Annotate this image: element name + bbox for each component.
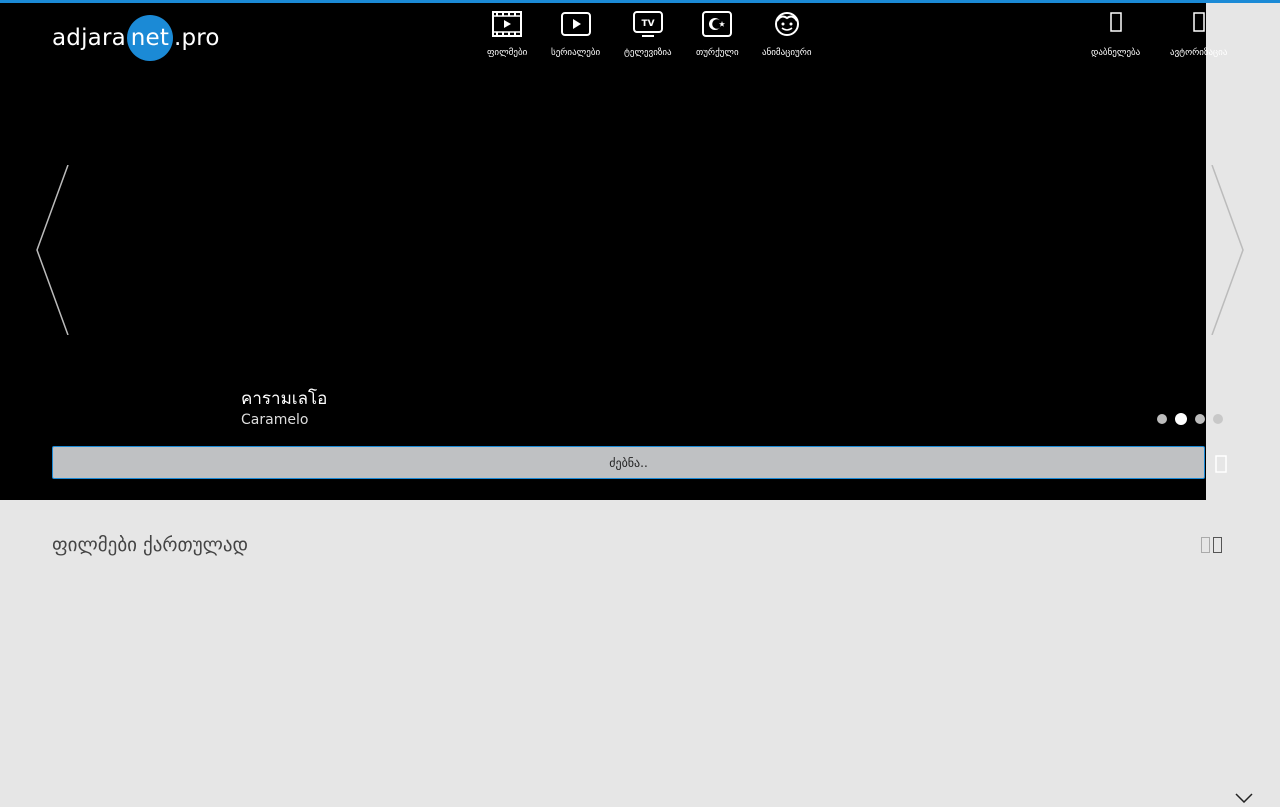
- cartoon-face-icon: [771, 10, 803, 38]
- section-carousel-nav: [1201, 537, 1222, 553]
- slide-subtitle: Caramelo: [241, 412, 309, 428]
- search-icon[interactable]: [1214, 454, 1228, 478]
- nav-label: თურქული: [696, 48, 739, 58]
- tv-icon: TV: [632, 10, 664, 38]
- logo-text-adjara: adjara: [52, 25, 126, 51]
- nav-item-animation[interactable]: ანიმაციური: [762, 10, 812, 58]
- slider-dot[interactable]: [1213, 414, 1223, 424]
- svg-text:TV: TV: [641, 19, 654, 29]
- slider-dots: [1157, 413, 1223, 425]
- nav-item-movies[interactable]: ფილმები: [487, 10, 527, 58]
- slider-prev-button[interactable]: [35, 165, 75, 335]
- logo-text-pro: .pro: [173, 25, 220, 51]
- nav-label: ანიმაციური: [762, 48, 812, 58]
- site-logo[interactable]: adjara net .pro: [52, 15, 220, 61]
- slider-next-button[interactable]: [1208, 165, 1248, 335]
- section-title: ფილმები ქართულად: [52, 534, 249, 556]
- nav-label: დაბნელება: [1091, 48, 1141, 58]
- section-next-button[interactable]: [1213, 537, 1222, 553]
- nav-label: ტელევიზია: [624, 48, 672, 58]
- slider-dot[interactable]: [1195, 414, 1205, 424]
- slider-dot[interactable]: [1157, 414, 1167, 424]
- film-icon: [491, 10, 523, 38]
- login-icon: [1192, 10, 1206, 34]
- nav-label: ავტორიზაცია: [1170, 48, 1228, 58]
- play-icon: [560, 10, 592, 38]
- nav-item-series[interactable]: სერიალები: [551, 10, 600, 58]
- nav-label: ფილმები: [487, 48, 528, 58]
- slide-title[interactable]: คารามเลโอ: [241, 385, 327, 412]
- chevron-down-icon[interactable]: [1235, 788, 1253, 807]
- hero-slider: [0, 3, 1206, 500]
- nav-label: სერიალები: [551, 48, 601, 58]
- nav-item-turkish[interactable]: თურქული: [696, 10, 739, 58]
- chevron-right-icon: [1208, 165, 1248, 335]
- section-prev-button[interactable]: [1201, 537, 1210, 553]
- search-input[interactable]: [52, 446, 1205, 479]
- nav-item-login[interactable]: ავტორიზაცია: [1170, 10, 1227, 58]
- chevron-left-icon: [35, 165, 75, 335]
- logo-text-net: net: [126, 15, 173, 61]
- dark-mode-icon: [1109, 10, 1123, 34]
- nav-item-dark-mode[interactable]: დაბნელება: [1091, 10, 1140, 58]
- nav-item-tv[interactable]: TV ტელევიზია: [624, 10, 672, 58]
- slider-dot-active[interactable]: [1175, 413, 1187, 425]
- turkish-flag-icon: [701, 10, 733, 38]
